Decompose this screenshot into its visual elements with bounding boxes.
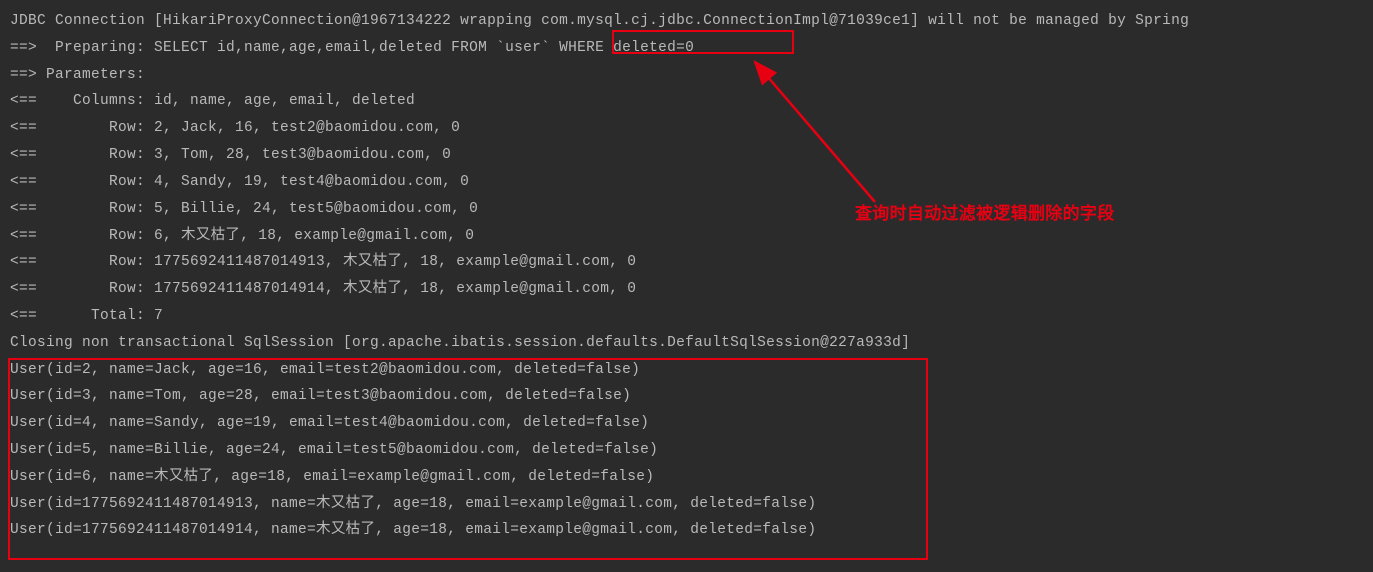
log-line: User(id=1775692411487014913, name=木又枯了, … — [10, 491, 1363, 518]
console-output: JDBC Connection [HikariProxyConnection@1… — [10, 8, 1363, 544]
log-line: JDBC Connection [HikariProxyConnection@1… — [10, 8, 1363, 35]
log-line: <== Columns: id, name, age, email, delet… — [10, 88, 1363, 115]
log-line: <== Row: 1775692411487014913, 木又枯了, 18, … — [10, 249, 1363, 276]
log-line: User(id=3, name=Tom, age=28, email=test3… — [10, 383, 1363, 410]
log-line: User(id=2, name=Jack, age=16, email=test… — [10, 357, 1363, 384]
log-line: <== Row: 5, Billie, 24, test5@baomidou.c… — [10, 196, 1363, 223]
log-line: User(id=6, name=木又枯了, age=18, email=exam… — [10, 464, 1363, 491]
annotation-label: 查询时自动过滤被逻辑删除的字段 — [855, 198, 1115, 229]
log-line: User(id=4, name=Sandy, age=19, email=tes… — [10, 410, 1363, 437]
log-line: ==> Parameters: — [10, 62, 1363, 89]
log-line: Closing non transactional SqlSession [or… — [10, 330, 1363, 357]
log-line: <== Row: 6, 木又枯了, 18, example@gmail.com,… — [10, 223, 1363, 250]
log-line: <== Row: 2, Jack, 16, test2@baomidou.com… — [10, 115, 1363, 142]
log-line: <== Row: 3, Tom, 28, test3@baomidou.com,… — [10, 142, 1363, 169]
log-line: <== Row: 4, Sandy, 19, test4@baomidou.co… — [10, 169, 1363, 196]
log-line: <== Row: 1775692411487014914, 木又枯了, 18, … — [10, 276, 1363, 303]
log-line: User(id=5, name=Billie, age=24, email=te… — [10, 437, 1363, 464]
log-line: User(id=1775692411487014914, name=木又枯了, … — [10, 517, 1363, 544]
log-line: ==> Preparing: SELECT id,name,age,email,… — [10, 35, 1363, 62]
log-line: <== Total: 7 — [10, 303, 1363, 330]
